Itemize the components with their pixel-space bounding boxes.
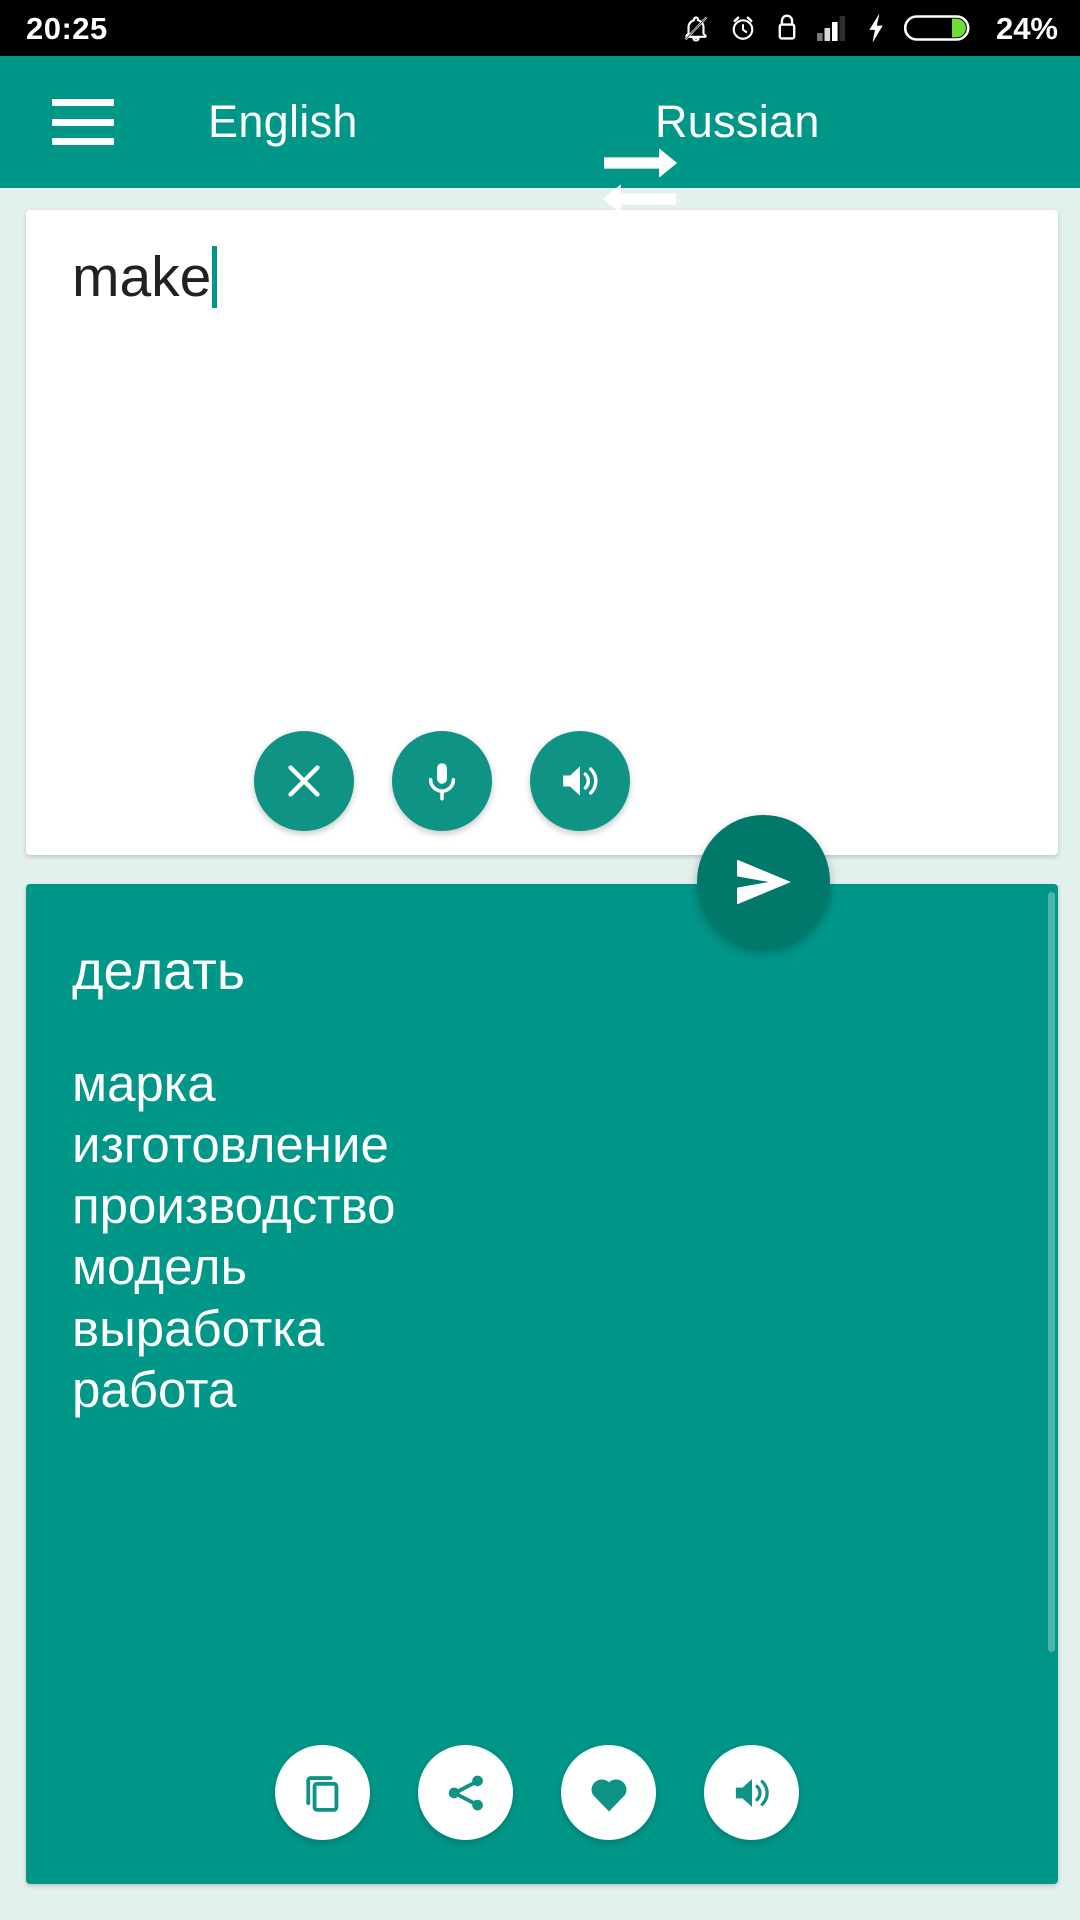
swap-languages-icon[interactable] xyxy=(595,142,685,220)
speak-source-button[interactable] xyxy=(530,731,630,831)
clear-button[interactable] xyxy=(254,731,354,831)
list-item[interactable]: изготовление xyxy=(72,1115,1018,1174)
source-text-value: make xyxy=(72,245,212,309)
favorite-button[interactable] xyxy=(561,1745,656,1840)
signal-bars-icon xyxy=(816,13,848,43)
close-icon xyxy=(288,765,320,797)
target-language-button[interactable]: Russian xyxy=(655,96,820,148)
share-button[interactable] xyxy=(418,1745,513,1840)
speak-result-button[interactable] xyxy=(704,1745,799,1840)
copy-button[interactable] xyxy=(275,1745,370,1840)
status-bar-icons: 24% xyxy=(681,12,1058,44)
primary-translation: делать xyxy=(72,941,245,1001)
hamburger-menu-icon[interactable] xyxy=(52,99,114,145)
speaker-icon xyxy=(735,1778,769,1807)
app-bar: English Russian xyxy=(0,56,1080,214)
result-scrollbar[interactable] xyxy=(1048,892,1055,1652)
battery-percent-label: 24% xyxy=(995,10,1058,46)
battery-icon xyxy=(903,12,970,44)
list-item[interactable]: производство xyxy=(72,1176,1018,1235)
microphone-button[interactable] xyxy=(392,731,492,831)
hamburger-line xyxy=(52,118,114,126)
list-item[interactable]: работа xyxy=(72,1360,1018,1419)
text-cursor xyxy=(212,246,218,308)
share-icon xyxy=(448,1775,483,1810)
copy-icon xyxy=(305,1775,338,1812)
send-icon xyxy=(736,859,791,904)
heart-icon xyxy=(591,1778,626,1812)
translation-result-card: делать марка изготовление производство м… xyxy=(26,884,1058,1884)
speaker-icon xyxy=(563,766,598,796)
microphone-icon xyxy=(428,763,456,801)
list-item[interactable]: марка xyxy=(72,1054,1018,1113)
source-text-input[interactable]: make xyxy=(72,246,1018,309)
send-translate-button[interactable] xyxy=(697,815,830,948)
source-action-bar xyxy=(26,731,1058,831)
alarm-clock-icon xyxy=(728,12,758,44)
source-language-button[interactable]: English xyxy=(208,96,358,148)
bell-muted-icon xyxy=(681,12,711,44)
hamburger-line xyxy=(52,99,114,106)
charging-bolt-icon xyxy=(865,12,887,44)
status-bar-clock: 20:25 xyxy=(26,10,108,46)
source-text-card: make xyxy=(26,210,1058,855)
status-bar: 20:25 24% xyxy=(0,0,1080,56)
result-action-bar xyxy=(26,1745,1058,1840)
app-screen: 20:25 24% English Russian make делать ма… xyxy=(0,0,1080,1920)
list-item[interactable]: выработка xyxy=(72,1299,1018,1358)
list-item[interactable]: модель xyxy=(72,1237,1018,1296)
lock-icon xyxy=(775,12,799,44)
alternative-translations-list: марка изготовление производство модель в… xyxy=(72,1054,1018,1421)
hamburger-line xyxy=(52,138,114,145)
